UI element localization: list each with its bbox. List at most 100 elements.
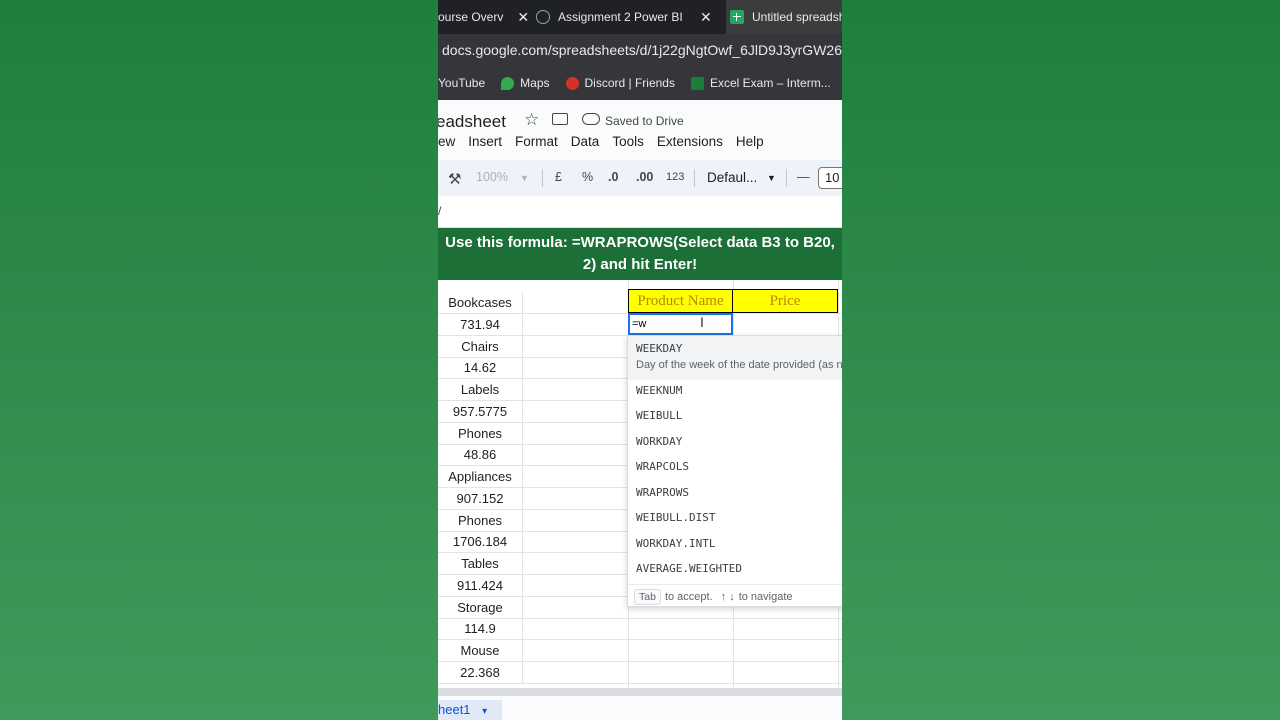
- table-row: Mouse: [438, 640, 842, 662]
- browser-tab-spreadsheet[interactable]: Untitled spreadshe: [726, 0, 842, 34]
- menu-help[interactable]: Help: [736, 134, 764, 149]
- autocomplete-item[interactable]: AVERAGE.WEIGHTED: [636, 562, 742, 575]
- formula-autocomplete: Day of the week of the date provided (as…: [627, 335, 842, 607]
- cell-column-a[interactable]: 22.368: [438, 662, 523, 683]
- font-size-input[interactable]: 10: [818, 167, 842, 189]
- close-icon[interactable]: ✕: [700, 9, 712, 26]
- horizontal-scrollbar[interactable]: [438, 688, 842, 696]
- table-row: 22.368: [438, 662, 842, 684]
- accept-hint: to accept.: [664, 590, 713, 603]
- autocomplete-item[interactable]: WEEKDAY: [636, 342, 682, 355]
- decrease-font-size-button[interactable]: —: [797, 170, 810, 184]
- text-cursor-icon: I: [700, 314, 704, 330]
- browser-tab-strip: ourse Overv ✕ Assignment 2 Power BI (up …: [438, 0, 842, 34]
- autocomplete-item[interactable]: WRAPROWS: [636, 486, 689, 499]
- tab-label: Assignment 2 Power BI (up: [558, 10, 686, 24]
- browser-tab-course[interactable]: ourse Overv ✕: [438, 0, 528, 34]
- autocomplete-item[interactable]: WEIBULL: [636, 409, 682, 422]
- toolbar-divider: [542, 169, 543, 187]
- cell-column-a[interactable]: Appliances: [438, 466, 523, 487]
- toolbar-divider: [786, 169, 787, 187]
- bookmark-discord[interactable]: Discord | Friends: [565, 76, 675, 90]
- cell-column-a[interactable]: 1706.184: [438, 531, 523, 552]
- formula-bar-content: /: [438, 204, 442, 218]
- cell-column-a[interactable]: 114.9: [438, 618, 523, 639]
- sheet-tab-label: heet1: [438, 702, 471, 717]
- save-status: Saved to Drive: [605, 114, 684, 128]
- tab-label: ourse Overv: [438, 10, 504, 24]
- cell-column-a[interactable]: 957.5775: [438, 401, 523, 422]
- bookmark-maps[interactable]: Maps: [501, 76, 550, 90]
- decrease-decimal-button[interactable]: .0: [608, 170, 618, 184]
- chevron-down-icon[interactable]: ▾: [482, 706, 487, 717]
- font-family-select[interactable]: Defaul...: [707, 170, 757, 185]
- toolbar-divider: [694, 169, 695, 187]
- autocomplete-item[interactable]: WORKDAY: [636, 435, 682, 448]
- star-icon[interactable]: ☆: [524, 110, 539, 130]
- menu-insert[interactable]: Insert: [468, 134, 502, 149]
- paint-format-icon[interactable]: ⚒: [448, 170, 461, 188]
- cell-column-a[interactable]: 48.86: [438, 444, 523, 465]
- globe-icon: [536, 10, 550, 24]
- cell-column-a[interactable]: Mouse: [438, 640, 523, 661]
- screen-capture: ourse Overv ✕ Assignment 2 Power BI (up …: [438, 0, 842, 720]
- url-text: docs.google.com/spreadsheets/d/1j22gNgtO…: [442, 42, 842, 58]
- discord-icon: [565, 76, 579, 90]
- document-title[interactable]: eadsheet: [438, 112, 506, 132]
- chevron-down-icon: ▼: [520, 173, 529, 183]
- table-row: 114.9: [438, 618, 842, 640]
- more-formats-button[interactable]: 123: [666, 171, 684, 183]
- cell-column-a[interactable]: 731.94: [438, 314, 523, 335]
- menu-format[interactable]: Format: [515, 134, 558, 149]
- cloud-saved-icon: [582, 113, 600, 125]
- menu-extensions[interactable]: Extensions: [657, 134, 723, 149]
- excel-icon: [690, 76, 704, 90]
- spreadsheet-grid[interactable]: Bookcases 731.94 Chairs 14.62 Labels 957.5775…: [438, 280, 842, 688]
- navigate-hint: to navigate: [738, 590, 793, 603]
- formula-bar[interactable]: /: [438, 196, 842, 228]
- menu-view[interactable]: ew: [438, 134, 455, 149]
- cell-column-a[interactable]: Storage: [438, 596, 523, 618]
- autocomplete-footer: Tab to accept. ↑ ↓ to navigate: [628, 584, 842, 606]
- autocomplete-item[interactable]: WEEKNUM: [636, 384, 682, 397]
- header-cell-price[interactable]: Price: [733, 289, 838, 313]
- cell-column-a[interactable]: 907.152: [438, 488, 523, 509]
- cell-column-a[interactable]: Phones: [438, 422, 523, 444]
- header-cell-product-name[interactable]: Product Name: [628, 289, 733, 313]
- cell-column-a[interactable]: 14.62: [438, 357, 523, 378]
- browser-tab-assignment[interactable]: Assignment 2 Power BI (up ✕: [536, 0, 726, 34]
- sheet-tab-sheet1[interactable]: heet1 ▾: [438, 700, 502, 720]
- cell-column-a[interactable]: Labels: [438, 379, 523, 400]
- currency-format-button[interactable]: £: [555, 170, 562, 184]
- tab-key-hint: Tab: [634, 588, 661, 605]
- cell-column-a[interactable]: Chairs: [438, 335, 523, 357]
- move-folder-icon[interactable]: [552, 113, 568, 125]
- autocomplete-item[interactable]: WEIBULL.DIST: [636, 511, 715, 524]
- sheets-favicon-icon: [730, 10, 744, 24]
- menu-data[interactable]: Data: [571, 134, 600, 149]
- close-icon[interactable]: ✕: [517, 9, 528, 26]
- chevron-down-icon: ▼: [767, 173, 776, 183]
- bookmarks-bar: YouTube Maps Discord | Friends Excel Exa…: [438, 66, 842, 100]
- sheets-header: eadsheet ☆ Saved to Drive: [438, 100, 842, 160]
- arrow-keys-hint: ↑ ↓: [720, 590, 735, 603]
- cell-column-a[interactable]: Tables: [438, 553, 523, 574]
- autocomplete-item[interactable]: WRAPCOLS: [636, 460, 689, 473]
- percent-format-button[interactable]: %: [582, 170, 593, 184]
- toolbar: ⚒ 100% ▼ £ % .0 .00 123 Defaul... ▼ — 10: [438, 160, 842, 196]
- autocomplete-description: Day of the week of the date provided (as…: [636, 359, 842, 371]
- increase-decimal-button[interactable]: .00: [636, 170, 653, 184]
- maps-pin-icon: [501, 76, 515, 90]
- autocomplete-item[interactable]: WORKDAY.INTL: [636, 537, 715, 550]
- cell-column-a[interactable]: Bookcases: [438, 292, 523, 313]
- tab-label: Untitled spreadshe: [752, 10, 842, 24]
- address-bar[interactable]: docs.google.com/spreadsheets/d/1j22gNgtO…: [438, 34, 842, 66]
- cell-column-a[interactable]: 911.424: [438, 575, 523, 596]
- bookmark-youtube[interactable]: YouTube: [438, 76, 485, 90]
- cell-column-a[interactable]: Phones: [438, 509, 523, 531]
- bookmark-excel-exam[interactable]: Excel Exam – Interm...: [690, 76, 831, 90]
- instruction-text: Use this formula: =WRAPROWS(Select data …: [445, 234, 835, 273]
- zoom-select[interactable]: 100%: [476, 170, 508, 184]
- menu-tools[interactable]: Tools: [612, 134, 644, 149]
- active-cell-editor[interactable]: =w: [628, 313, 733, 335]
